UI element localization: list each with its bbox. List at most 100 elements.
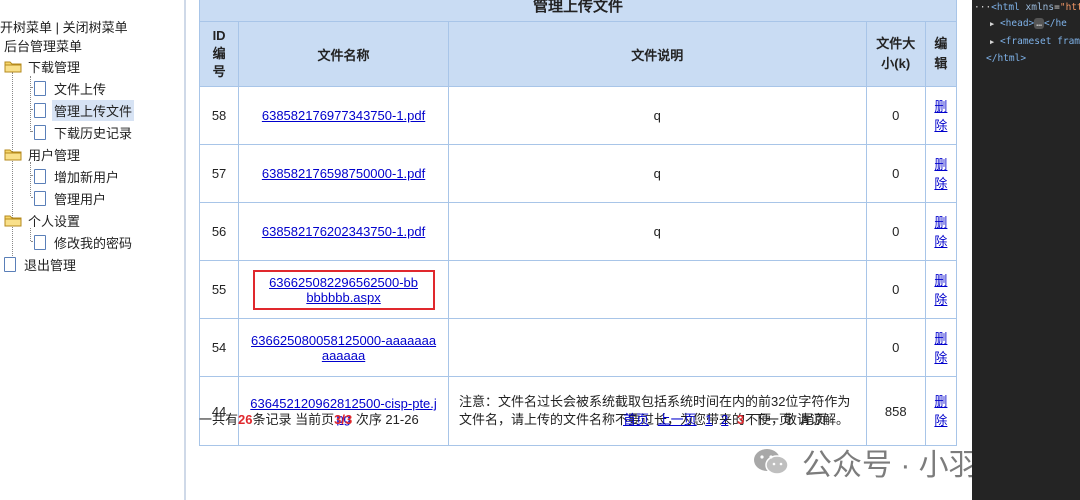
page-icon [34,190,46,206]
tree-group-label: 用户管理 [28,147,81,163]
pager-links: 首页 上一页 1 2 3 下一页 尾页 [623,409,827,428]
page-icon [34,124,46,140]
pagination-bar: 一共有26条记录 当前页3/3 次序 21-26 首页 上一页 1 2 3 下一… [199,409,957,429]
tree-item[interactable]: 文件上传 [34,78,108,98]
file-name-link[interactable]: 638582176977343750-1.pdf [262,108,425,123]
cell-id: 55 [198,260,240,319]
tree-item-label: 文件上传 [54,81,107,97]
pager-mid1: 条记录 当前页 [252,412,335,427]
tree-item-label: 管理用户 [54,191,107,207]
cell-name: 636625080058125000-aaaaaaaaaaaaa [238,318,449,377]
collapsed-badge: … [1034,18,1045,29]
table-row: 58 638582176977343750-1.pdf q 0 删除 [198,86,958,145]
separator: | [55,20,60,35]
tree-group[interactable]: 个人设置 [4,210,82,230]
devtools-html-open[interactable]: ···<html xmlns="htt [974,2,1080,13]
page-icon [34,102,46,118]
folder-open-icon [4,214,22,227]
tree-group[interactable]: 用户管理 [4,144,82,164]
tree-item[interactable]: 下载历史记录 [34,122,134,142]
tree-item[interactable]: 修改我的密码 [34,232,134,252]
cell-desc: q [447,86,867,145]
devtools-frameset-node[interactable]: ▶ <frameset fram [990,36,1080,47]
frame-divider [184,0,186,500]
file-name-link[interactable]: 636625082296562500-bbbbbbbb.aspx [269,275,419,305]
tree-group-label: 下载管理 [28,59,81,75]
cell-size: 0 [865,318,926,377]
cell-size: 0 [865,144,926,203]
tree-connector [30,162,31,196]
cell-edit: 删除 [924,144,958,203]
devtools-elements-panel: ···<html xmlns="htt ▶ <head>… </he ▶ <fra… [972,0,1080,500]
current-page: 3/3 [334,412,353,427]
table-row: 56 638582176202343750-1.pdf q 0 删除 [198,202,958,261]
file-name-link[interactable]: 636625080058125000-aaaaaaaaaaaaa [249,333,439,363]
cell-size: 0 [865,86,926,145]
total-count: 26 [238,412,253,427]
file-name-link[interactable]: 638582176598750000-1.pdf [262,166,425,181]
col-header-edit: 编 辑 [924,21,958,87]
tree-item[interactable]: 管理用户 [34,188,108,208]
page-icon [34,80,46,96]
delete-link[interactable]: 删除 [934,97,948,135]
table-row: 57 638582176598750000-1.pdf q 0 删除 [198,144,958,203]
cell-desc [447,260,867,319]
record-range: 次序 21-26 [355,412,419,427]
col-header-size: 文件大 小(k) [865,21,926,87]
delete-link[interactable]: 删除 [934,155,948,193]
tree-item-logout[interactable]: 退出管理 [0,254,78,274]
highlight-box: 636625082296562500-bbbbbbbb.aspx [252,269,435,310]
devtools-head-node[interactable]: ▶ <head>… </he [990,18,1067,29]
cell-name: 638582176202343750-1.pdf [238,202,449,261]
col-header-desc: 文件说明 [447,21,867,87]
cell-name: 636625082296562500-bbbbbbbb.aspx [238,260,449,319]
cell-desc: q [447,202,867,261]
table-caption: 管理上传文件 [199,0,957,22]
tree-item[interactable]: 管理上传文件 [34,99,135,121]
tree-group-label: 个人设置 [28,213,81,229]
page-3-current: 3 [737,412,745,427]
table-row: 54 636625080058125000-aaaaaaaaaaaaa 0 删除 [198,318,958,377]
page-1-link[interactable]: 1 [705,412,712,427]
cell-id: 57 [198,144,240,203]
page-2-link[interactable]: 2 [721,412,728,427]
pager-prefix: 一共有 [199,412,239,427]
prev-page-link[interactable]: 上一页 [658,412,697,427]
cell-size: 0 [865,260,926,319]
tree-item-label: 修改我的密码 [54,235,133,251]
cell-edit: 删除 [924,202,958,261]
next-page-text: 下一页 [752,412,792,427]
col-header-id: ID 编 号 [198,21,240,87]
cell-edit: 删除 [924,260,958,319]
cell-id: 54 [198,318,240,377]
page-icon [34,234,46,250]
tree-menu: 开树菜单 | 关闭树菜单 后台管理菜单 下载管理文件上传管理上传文件 下载历史记录… [0,0,184,500]
tree-connector [30,76,31,132]
logout-label: 退出管理 [24,257,77,273]
tree-toggle-bar: 开树菜单 | 关闭树菜单 [0,17,128,36]
file-name-link[interactable]: 638582176202343750-1.pdf [262,224,425,239]
tree-group[interactable]: 下载管理 [4,56,82,76]
tree-connector [12,72,13,262]
first-page-link[interactable]: 首页 [623,412,649,427]
tree-item[interactable]: 增加新用户 [34,166,121,186]
cell-name: 638582176598750000-1.pdf [238,144,449,203]
folder-open-icon [4,148,22,161]
wechat-logo-icon [752,447,790,477]
tree-item-label: 管理上传文件 [52,99,135,121]
delete-link[interactable]: 删除 [934,271,948,309]
tree-root-label: 后台管理菜单 [4,39,83,54]
col-header-name: 文件名称 [238,21,449,87]
open-tree-link[interactable]: 开树菜单 [0,20,52,35]
uploaded-files-table: 管理上传文件 ID 编 号 文件名称 文件说明 文件大 小(k) 编 辑 58 6… [198,0,958,446]
last-page-text: 尾页 [800,412,827,427]
cell-id: 58 [198,86,240,145]
cell-id: 56 [198,202,240,261]
delete-link[interactable]: 删除 [934,329,948,367]
table-row: 55 636625082296562500-bbbbbbbb.aspx 0 删除 [198,260,958,319]
delete-link[interactable]: 删除 [934,213,948,251]
page-icon [34,168,46,184]
close-tree-link[interactable]: 关闭树菜单 [63,20,128,35]
cell-edit: 删除 [924,86,958,145]
cell-edit: 删除 [924,318,958,377]
